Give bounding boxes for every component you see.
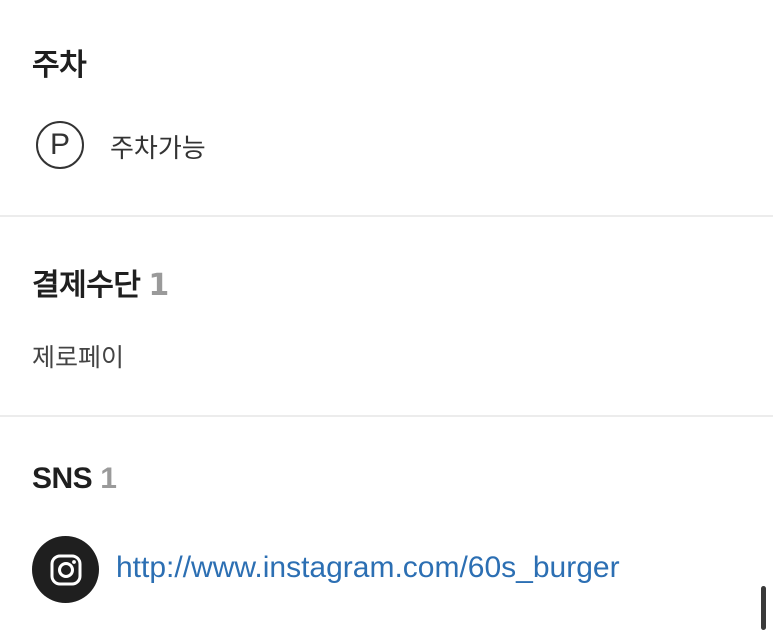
sns-count: 1 [100, 462, 117, 495]
scrollbar[interactable] [761, 586, 766, 630]
sns-title: SNS [32, 462, 93, 495]
divider [0, 415, 773, 417]
divider [0, 215, 773, 217]
payment-section-title: 결제수단 1 [32, 260, 169, 304]
sns-section-title: SNS 1 [32, 461, 117, 496]
parking-status: 주차가능 [110, 134, 206, 164]
parking-section-title: 주차 [32, 40, 87, 84]
payment-title: 결제수단 [32, 268, 141, 303]
instagram-glyph-icon [50, 554, 81, 585]
payment-count: 1 [148, 268, 169, 303]
parking-title: 주차 [32, 48, 87, 83]
payment-method: 제로페이 [32, 343, 125, 372]
parking-icon: P [36, 121, 84, 169]
instagram-link[interactable]: http://www.instagram.com/60s_burger [116, 551, 620, 585]
instagram-icon[interactable] [32, 536, 99, 603]
